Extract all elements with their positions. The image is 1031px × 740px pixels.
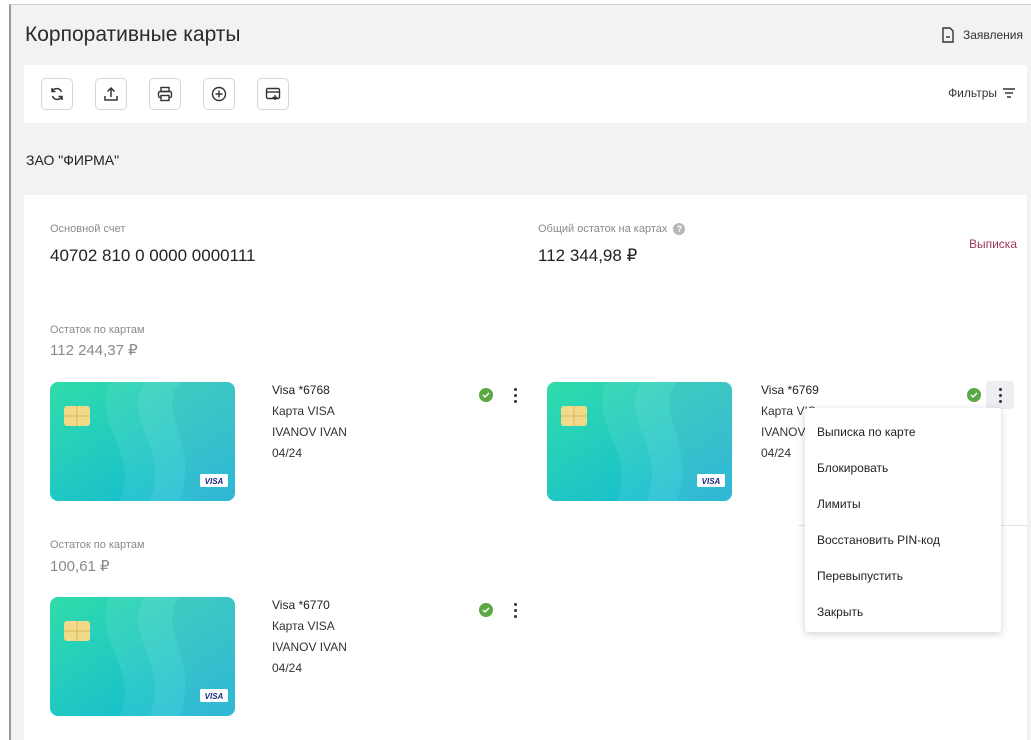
card-image[interactable]: VISA <box>50 597 235 716</box>
toolbar: Фильтры <box>24 65 1027 123</box>
card-holder: IVANOV IVAN <box>272 425 347 439</box>
applications-label: Заявления <box>962 28 1023 42</box>
card-info: Visa *6770 Карта VISA IVANOV IVAN 04/24 <box>272 595 347 679</box>
status-active-icon <box>479 388 493 402</box>
group-balance-label: Остаток по картам <box>50 324 145 336</box>
card-holder: IVANOV IVAN <box>272 640 347 654</box>
more-vertical-icon <box>998 386 1002 404</box>
card-art: VISA <box>50 382 235 501</box>
status-active-icon <box>967 388 981 402</box>
card-number: Visa *6769 <box>761 383 819 397</box>
card-menu-button[interactable] <box>986 381 1014 409</box>
card-expiry: 04/24 <box>272 661 303 675</box>
card-image[interactable]: VISA <box>547 382 732 501</box>
card-type: Карта VISA <box>272 404 335 418</box>
print-icon <box>157 86 173 102</box>
more-vertical-icon <box>513 601 517 619</box>
status-active-icon <box>479 603 493 617</box>
total-balance-value: 112 344,98 ₽ <box>538 246 638 265</box>
menu-item-close-card[interactable]: Закрыть <box>805 594 1001 630</box>
filter-icon <box>1003 88 1015 98</box>
upload-button[interactable] <box>95 78 127 110</box>
print-button[interactable] <box>149 78 181 110</box>
visa-logo-text: VISA <box>205 692 224 701</box>
document-icon <box>942 27 954 43</box>
group-balance-value: 100,61 ₽ <box>50 558 110 575</box>
filters-button[interactable]: Фильтры <box>948 86 1015 100</box>
total-balance-label-wrap: Общий остаток на картах ? <box>538 223 686 235</box>
visa-logo-text: VISA <box>702 477 721 486</box>
new-card-button[interactable] <box>257 78 289 110</box>
menu-item-card-statement[interactable]: Выписка по карте <box>805 414 1001 450</box>
main-account-number: 40702 810 0 0000 0000111 <box>50 246 256 265</box>
menu-item-reissue[interactable]: Перевыпустить <box>805 558 1001 594</box>
card-art: VISA <box>547 382 732 501</box>
total-balance-label: Общий остаток на картах <box>538 223 668 235</box>
page-title: Корпоративные карты <box>25 23 241 46</box>
help-icon[interactable]: ? <box>673 223 686 235</box>
card-expiry: 04/24 <box>272 446 303 460</box>
visa-logo-text: VISA <box>205 477 224 486</box>
upload-icon <box>104 86 118 101</box>
refresh-icon <box>51 87 63 101</box>
filters-label: Фильтры <box>948 86 997 100</box>
card-number: Visa *6768 <box>272 383 330 397</box>
card-add-icon <box>265 87 281 100</box>
card-image[interactable]: VISA <box>50 382 235 501</box>
group-balance-label: Остаток по картам <box>50 539 145 551</box>
add-circle-icon <box>211 86 227 102</box>
card-type: Карта VISA <box>272 619 335 633</box>
applications-link[interactable]: Заявления <box>941 27 1023 43</box>
group-balance-value: 112 244,37 ₽ <box>50 342 138 359</box>
statement-link[interactable]: Выписка <box>969 237 1017 251</box>
refresh-button[interactable] <box>41 78 73 110</box>
card-menu-button[interactable] <box>501 596 529 624</box>
card-info: Visa *6768 Карта VISA IVANOV IVAN 04/24 <box>272 380 347 464</box>
menu-item-block[interactable]: Блокировать <box>805 450 1001 486</box>
card-art: VISA <box>50 597 235 716</box>
main-account-label: Основной счет <box>50 223 126 235</box>
card-context-menu: Выписка по карте Блокировать Лимиты Восс… <box>805 408 1001 632</box>
card-number: Visa *6770 <box>272 598 330 612</box>
menu-item-limits[interactable]: Лимиты <box>805 486 1001 522</box>
card-menu-button[interactable] <box>501 381 529 409</box>
menu-item-restore-pin[interactable]: Восстановить PIN-код <box>805 522 1001 558</box>
add-button[interactable] <box>203 78 235 110</box>
company-name: ЗАО "ФИРМА" <box>26 152 120 168</box>
more-vertical-icon <box>513 386 517 404</box>
